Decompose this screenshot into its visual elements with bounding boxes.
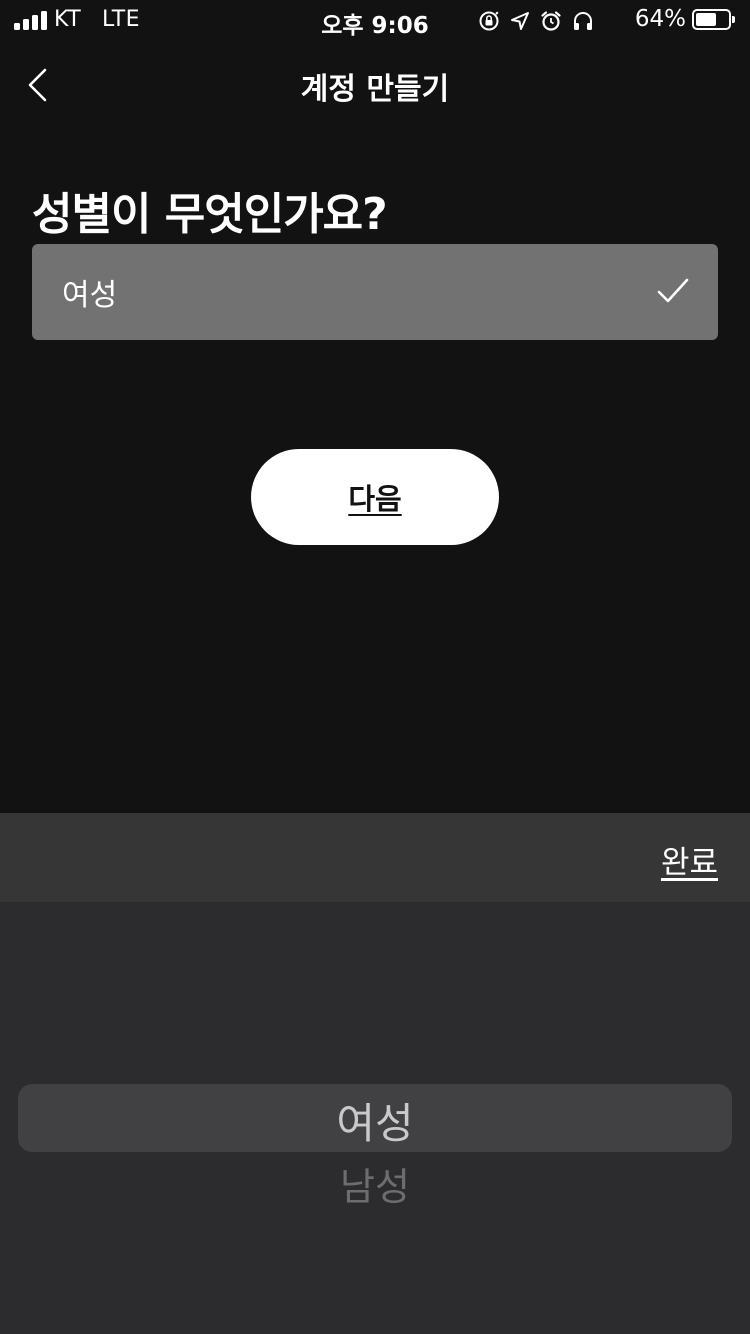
gender-select-field[interactable]: 여성 — [32, 244, 718, 340]
picker-option-female[interactable]: 여성 — [0, 1090, 750, 1151]
next-button[interactable]: 다음 — [251, 449, 499, 545]
alarm-icon — [541, 11, 561, 31]
headphones-icon — [574, 12, 592, 30]
gender-picker-wheel[interactable]: 여성 남성 — [0, 902, 750, 1334]
create-account-screen: KT LTE 오후 9:06 64% 계정 만들기 성별이 무엇인가요? 여성 … — [0, 0, 750, 1334]
done-button[interactable]: 완료 — [661, 837, 718, 882]
location-icon — [511, 12, 529, 30]
orientation-lock-icon — [479, 11, 499, 31]
gender-select-value: 여성 — [62, 278, 118, 313]
status-bar: KT LTE 오후 9:06 64% — [0, 0, 750, 40]
status-icons — [478, 9, 594, 33]
checkmark-icon — [657, 278, 689, 303]
battery-icon — [692, 9, 736, 30]
battery-percentage: 64% — [634, 6, 686, 32]
page-title: 계정 만들기 — [300, 72, 450, 107]
picker-option-male[interactable]: 남성 — [0, 1156, 750, 1211]
gender-question-heading: 성별이 무엇인가요? — [32, 189, 388, 240]
picker-toolbar: 완료 — [0, 813, 750, 902]
